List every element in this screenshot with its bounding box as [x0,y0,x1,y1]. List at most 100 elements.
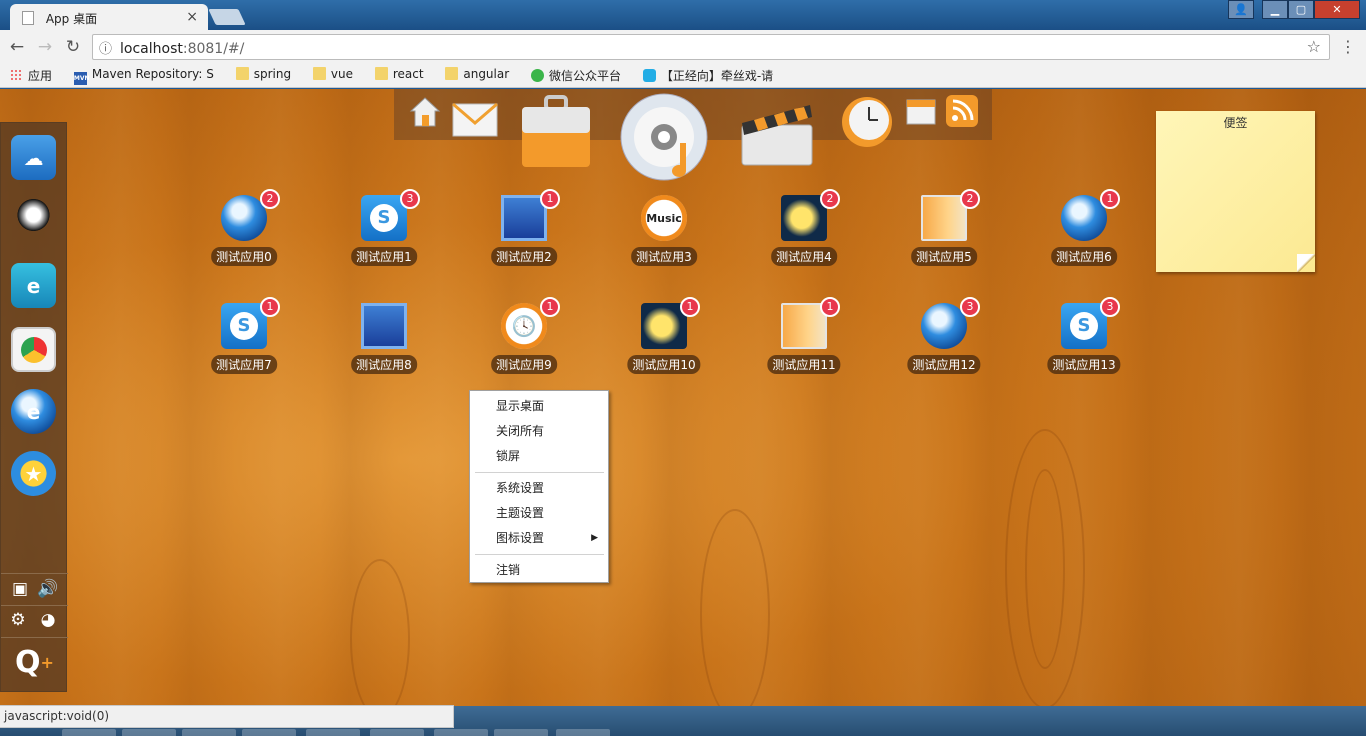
mail-icon[interactable] [452,103,498,137]
settings-gear-icon[interactable]: ⚙ [7,609,29,631]
menu-item-logout[interactable]: 注销 [470,558,608,583]
taskbar-button[interactable] [556,729,610,736]
notification-badge: 1 [540,297,560,317]
calendar-icon[interactable] [906,97,936,125]
taskbar-button[interactable] [434,729,488,736]
submenu-arrow-icon: ▶ [591,533,598,543]
bookmark-angular[interactable]: angular [445,67,509,81]
maximize-button[interactable]: ▢ [1288,0,1314,19]
qzone-icon[interactable]: ★ [11,451,56,496]
notification-badge: 3 [960,297,980,317]
app-icon-item[interactable]: 测试应用5 2 [904,189,984,273]
notification-badge: 1 [820,297,840,317]
browser-toolbar: ← → ↻ ⓘ localhost:8081/#/ ☆ ⋮ [0,30,1366,64]
app-icon-item[interactable]: 测试应用8 [344,297,424,381]
theme-palette-icon[interactable]: ◕ [37,609,59,631]
url-path: :8081/#/ [182,41,245,57]
ie-icon[interactable]: e [11,389,56,434]
app-icon-item[interactable]: 测试应用2 1 [484,189,564,273]
app-icon-item[interactable]: 测试应用6 1 [1044,189,1124,273]
notification-badge: 2 [260,189,280,209]
app-icon-item[interactable]: 测试应用11 1 [764,297,844,381]
app-label: 测试应用11 [767,355,841,374]
tab-close-icon[interactable]: × [186,9,198,25]
bookmark-wechat[interactable]: 微信公众平台 [531,67,621,84]
shop-icon[interactable]: ☁ [11,135,56,180]
reload-icon[interactable]: ↻ [62,36,84,58]
browser-menu-icon[interactable]: ⋮ [1340,37,1356,57]
app-icon-item[interactable]: 测试应用0 2 [204,189,284,273]
minimize-button[interactable]: ▁ [1262,0,1288,19]
app-icon-item[interactable]: 测试应用12 3 [904,297,984,381]
bookmark-bilibili[interactable]: 【正经向】牵丝戏-请 [642,67,773,84]
app-icon-item[interactable]: S 测试应用7 1 [204,297,284,381]
close-button[interactable]: ✕ [1314,0,1360,19]
taskbar-button[interactable] [182,729,236,736]
sticky-note[interactable]: 便签 [1156,111,1315,272]
bookmark-spring[interactable]: spring [235,67,291,81]
title-bar: App 桌面 × 👤 ▁ ▢ ✕ [0,0,1366,30]
forward-icon[interactable]: → [34,36,56,58]
menu-item-system-settings[interactable]: 系统设置 [470,476,608,501]
context-menu: 显示桌面 关闭所有 锁屏 系统设置 主题设置 图标设置 ▶ 注销 [469,390,609,583]
menu-item-lock-screen[interactable]: 锁屏 [470,444,608,469]
taskbar-button[interactable] [306,729,360,736]
icon-glyph: Music [646,211,682,225]
qq-icon[interactable] [11,197,56,242]
taskbar-button[interactable] [242,729,296,736]
app-icon-item[interactable]: S 测试应用1 3 [344,189,424,273]
bookmark-react[interactable]: react [374,67,424,81]
taskbar-button[interactable] [122,729,176,736]
app-label: 测试应用6 [1051,247,1117,266]
notification-badge: 1 [260,297,280,317]
clock-icon[interactable] [840,95,894,149]
rss-icon[interactable] [946,95,978,127]
app-label: 测试应用0 [211,247,277,266]
back-icon[interactable]: ← [6,36,28,58]
qq-browser-icon[interactable]: e [11,263,56,308]
notification-badge: 2 [820,189,840,209]
music-disc-icon[interactable] [620,93,712,185]
app-icon-item[interactable]: Music 测试应用3 [624,189,704,273]
notification-badge: 2 [960,189,980,209]
bookmark-apps[interactable]: 应用 [10,67,52,84]
app-icon-item[interactable]: 测试应用4 2 [764,189,844,273]
profile-button[interactable]: 👤 [1228,0,1254,19]
app-label: 测试应用10 [627,355,701,374]
menu-item-close-all[interactable]: 关闭所有 [470,419,608,444]
taskbar-button[interactable] [370,729,424,736]
menu-item-show-desktop[interactable]: 显示桌面 [470,394,608,419]
app-icon-item[interactable]: 🕓 测试应用9 1 [484,297,564,381]
site-info-icon[interactable]: ⓘ [99,42,112,57]
taskbar-toggle-icon[interactable]: ▣ [9,578,31,600]
address-bar[interactable]: ⓘ localhost:8081/#/ ☆ [92,34,1330,60]
menu-divider [475,472,604,473]
app-label: 测试应用4 [771,247,837,266]
tab-title: App 桌面 [45,12,98,26]
menu-item-icon-settings[interactable]: 图标设置 ▶ [470,526,608,551]
chrome-icon[interactable] [11,327,56,372]
desktop[interactable]: ☁ e e ★ ▣ 🔊 ⚙ ◕ Q+ 测试应用0 2 S 测试应用1 3 测试应用2 1 Mu… [0,89,1366,706]
briefcase-icon[interactable] [520,95,592,167]
notification-badge: 1 [1100,189,1120,209]
qplus-logo-icon[interactable]: Q+ [15,645,54,681]
bookmark-maven[interactable]: MVN Maven Repository: S [73,67,214,85]
home-icon[interactable] [408,95,442,129]
bookmark-star-icon[interactable]: ☆ [1307,37,1321,56]
film-clapper-icon[interactable] [740,97,814,167]
menu-item-theme-settings[interactable]: 主题设置 [470,501,608,526]
bookmark-vue[interactable]: vue [312,67,353,81]
maven-icon: MVN [73,72,89,85]
app-icon-item[interactable]: 测试应用10 1 [624,297,704,381]
folder-icon [312,67,326,80]
dock-divider [1,605,68,606]
tab-app-desktop[interactable]: App 桌面 × [10,4,208,30]
bilibili-icon [642,69,656,82]
app-icon-item[interactable]: S 测试应用13 3 [1044,297,1124,381]
taskbar-button[interactable] [494,729,548,736]
notification-badge: 1 [680,297,700,317]
new-tab-button[interactable] [208,9,246,25]
app-label: 测试应用5 [911,247,977,266]
volume-icon[interactable]: 🔊 [37,578,59,600]
taskbar-button[interactable] [62,729,116,736]
